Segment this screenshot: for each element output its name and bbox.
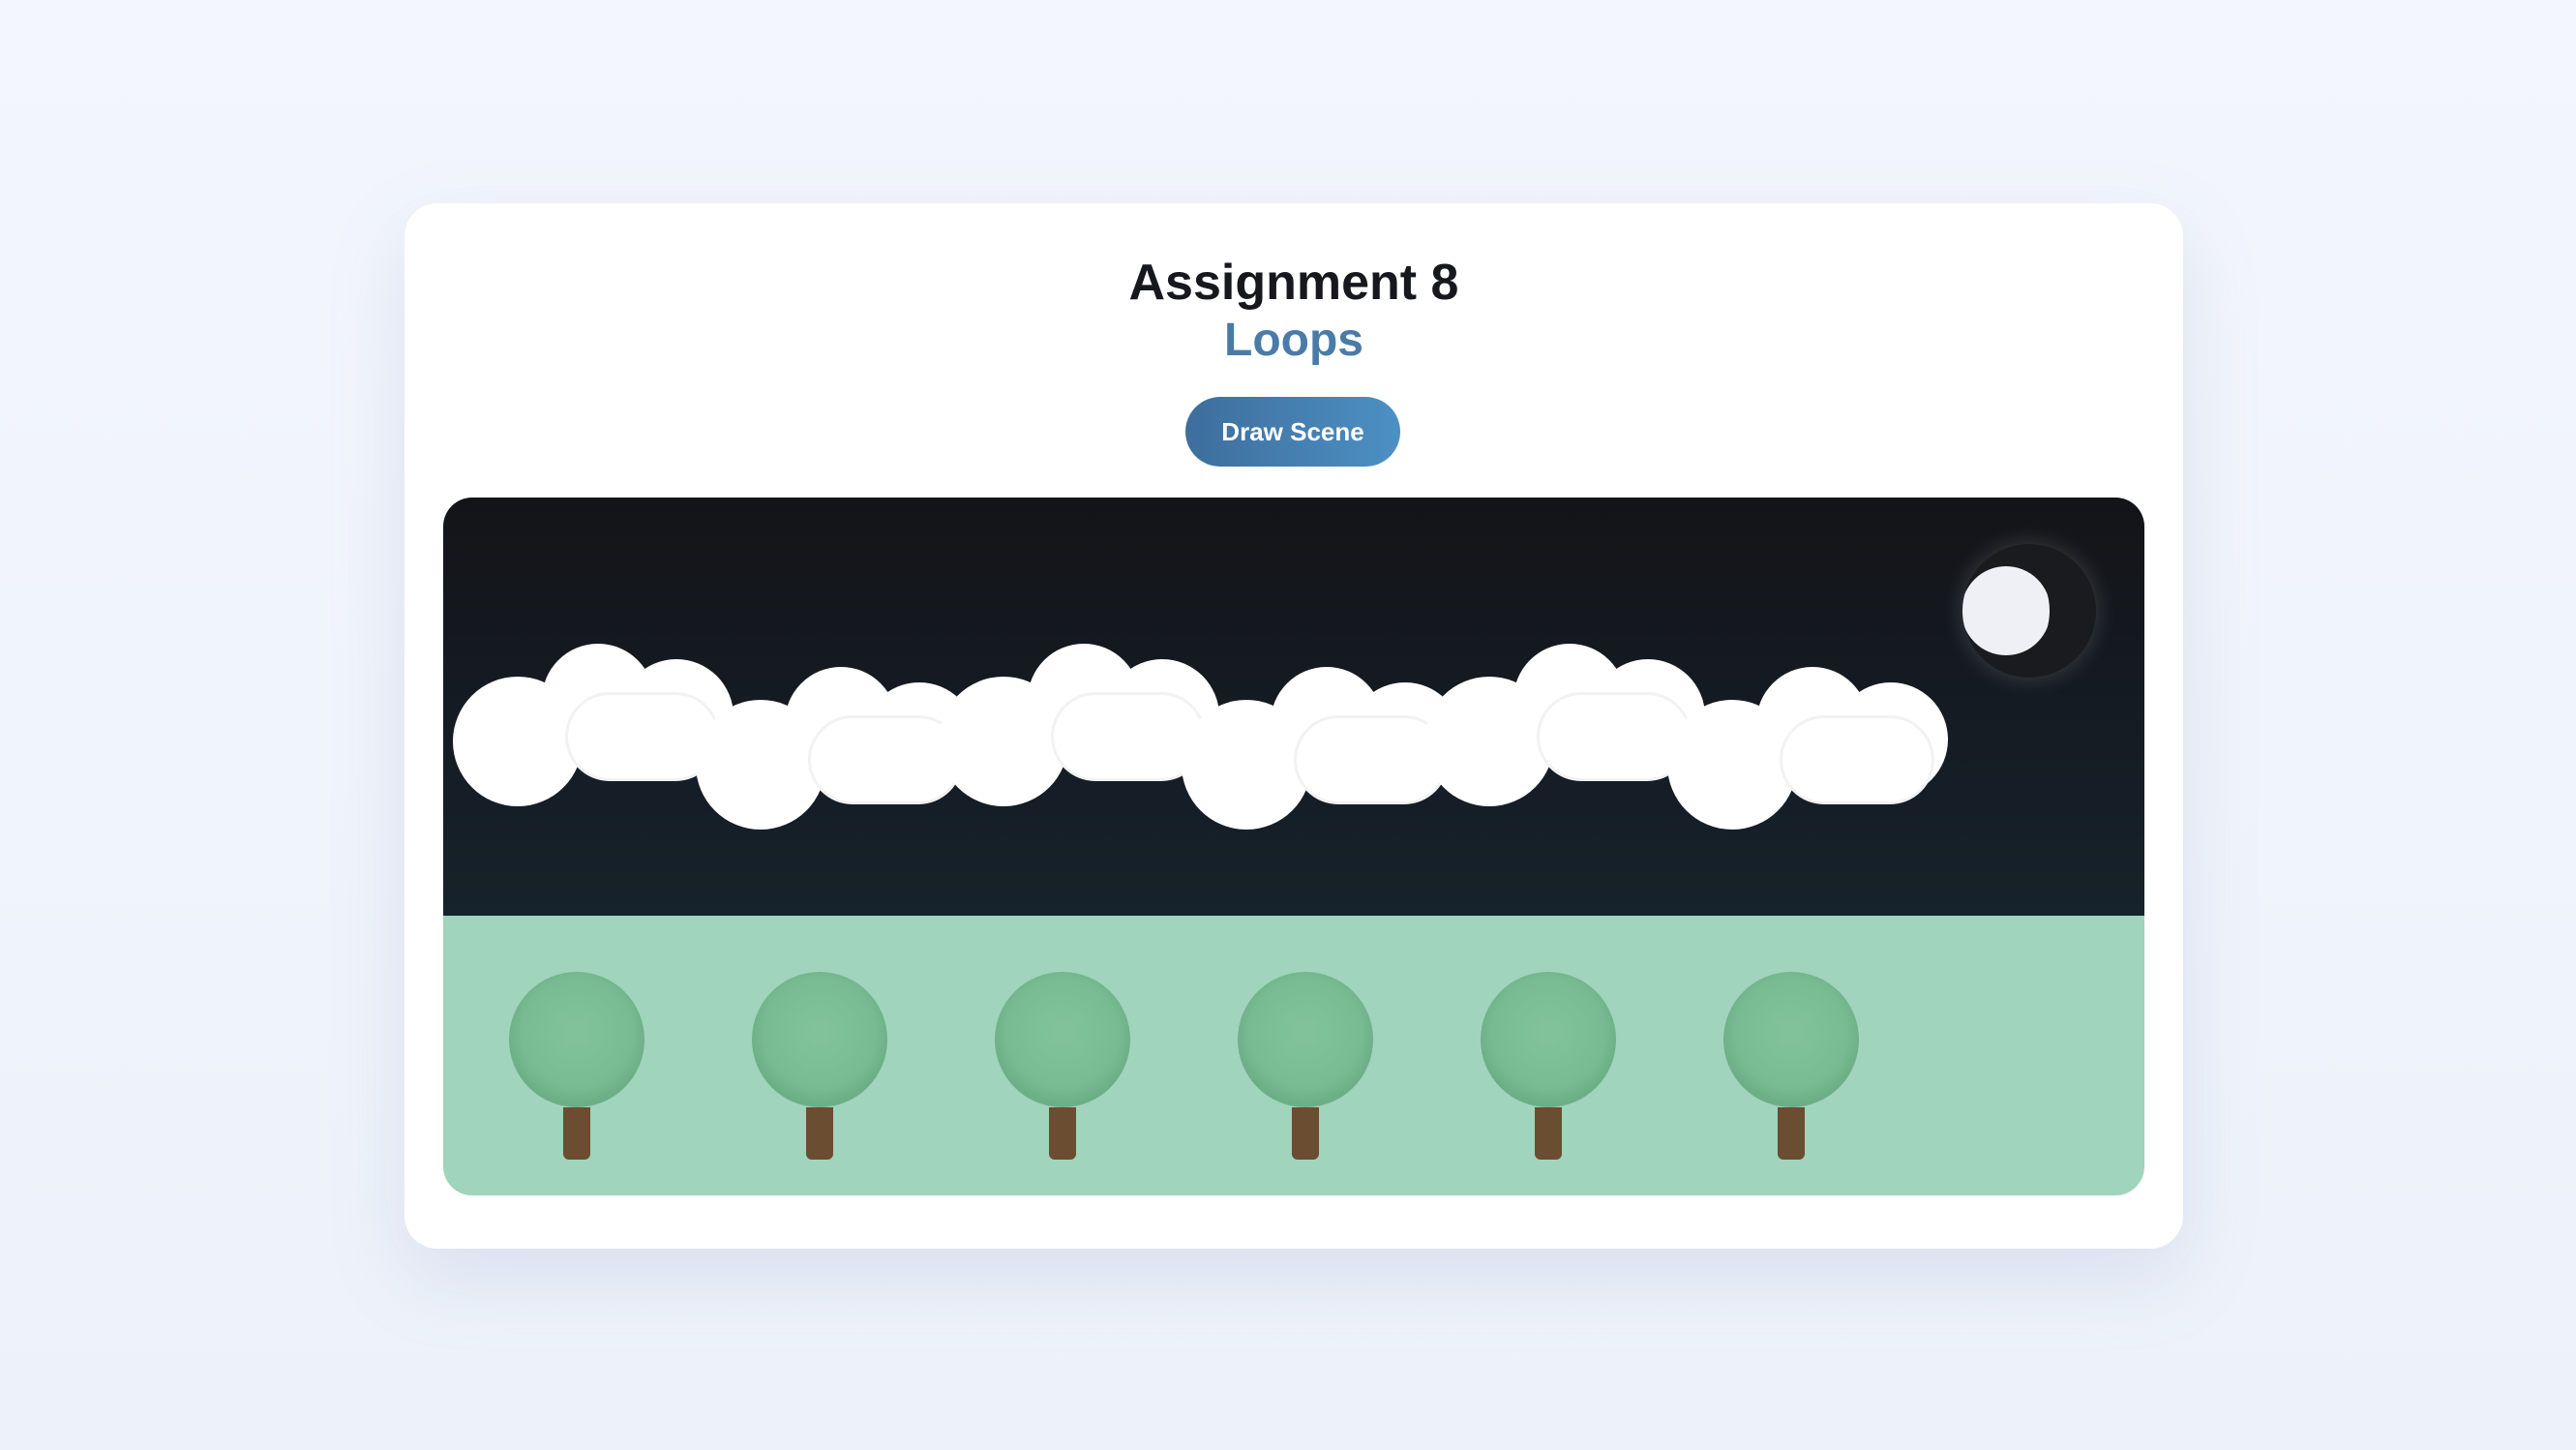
- page-title: Assignment 8: [1128, 255, 1459, 311]
- tree-canopy: [752, 972, 887, 1107]
- tree-trunk: [1292, 1107, 1319, 1160]
- draw-scene-button[interactable]: Draw Scene: [1185, 397, 1400, 467]
- tree-trunk: [563, 1107, 590, 1160]
- tree: [752, 972, 887, 1165]
- tree-trunk: [1778, 1107, 1805, 1160]
- tree-canopy: [1238, 972, 1373, 1107]
- cloud-base: [1780, 715, 1934, 804]
- tree: [1723, 972, 1859, 1165]
- tree: [509, 972, 644, 1165]
- tree: [1238, 972, 1373, 1165]
- tree: [995, 972, 1130, 1165]
- tree-canopy: [995, 972, 1130, 1107]
- night-sky: [443, 498, 2144, 916]
- tree-canopy: [1481, 972, 1616, 1107]
- tree-trunk: [1049, 1107, 1076, 1160]
- tree: [1481, 972, 1616, 1165]
- tree-canopy: [1723, 972, 1859, 1107]
- tree-trunk: [1535, 1107, 1562, 1160]
- assignment-card: Assignment 8 Loops Draw Scene: [404, 203, 2183, 1249]
- tree-trunk: [806, 1107, 833, 1160]
- tree-canopy: [509, 972, 644, 1107]
- scene-canvas: [443, 498, 2144, 1195]
- page-subtitle: Loops: [1224, 315, 1363, 366]
